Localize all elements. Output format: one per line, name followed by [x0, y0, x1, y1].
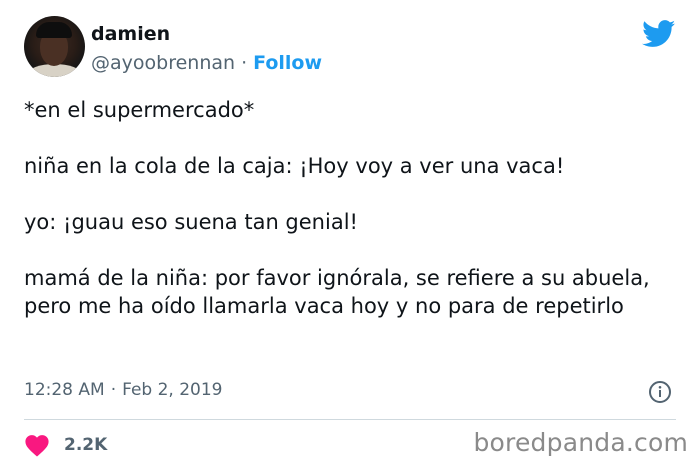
- tweet-text: *en el supermercado* niña en la cola de …: [24, 96, 674, 320]
- tweet-line-1: *en el supermercado*: [24, 98, 255, 122]
- handle[interactable]: @ayoobrennan: [91, 52, 235, 74]
- follow-button[interactable]: Follow: [253, 52, 322, 74]
- tweet-timestamp[interactable]: 12:28 AM · Feb 2, 2019: [24, 380, 223, 400]
- tweet-line-3: yo: ¡guau eso suena tan genial!: [24, 210, 358, 234]
- like-button[interactable]: 2.2K: [24, 432, 107, 458]
- twitter-bird-icon[interactable]: [642, 20, 676, 48]
- avatar[interactable]: [24, 16, 85, 77]
- heart-icon: [25, 435, 49, 457]
- avatar-cap: [36, 22, 72, 38]
- display-name[interactable]: damien: [91, 23, 170, 45]
- handle-separator: ·: [241, 52, 248, 74]
- like-count: 2.2K: [64, 435, 108, 455]
- info-icon[interactable]: [648, 380, 672, 404]
- tweet-header: damien @ayoobrennan · Follow: [24, 16, 676, 80]
- tweet-time: 12:28 AM: [24, 380, 105, 400]
- handle-line: @ayoobrennan · Follow: [91, 52, 322, 74]
- divider: [24, 419, 676, 420]
- timestamp-separator: ·: [110, 380, 117, 400]
- tweet-date: Feb 2, 2019: [122, 380, 223, 400]
- tweet-line-4: mamá de la niña: por favor ignórala, se …: [24, 266, 650, 318]
- watermark-logo: boredpanda.com: [473, 428, 688, 457]
- tweet-line-2: niña en la cola de la caja: ¡Hoy voy a v…: [24, 154, 565, 178]
